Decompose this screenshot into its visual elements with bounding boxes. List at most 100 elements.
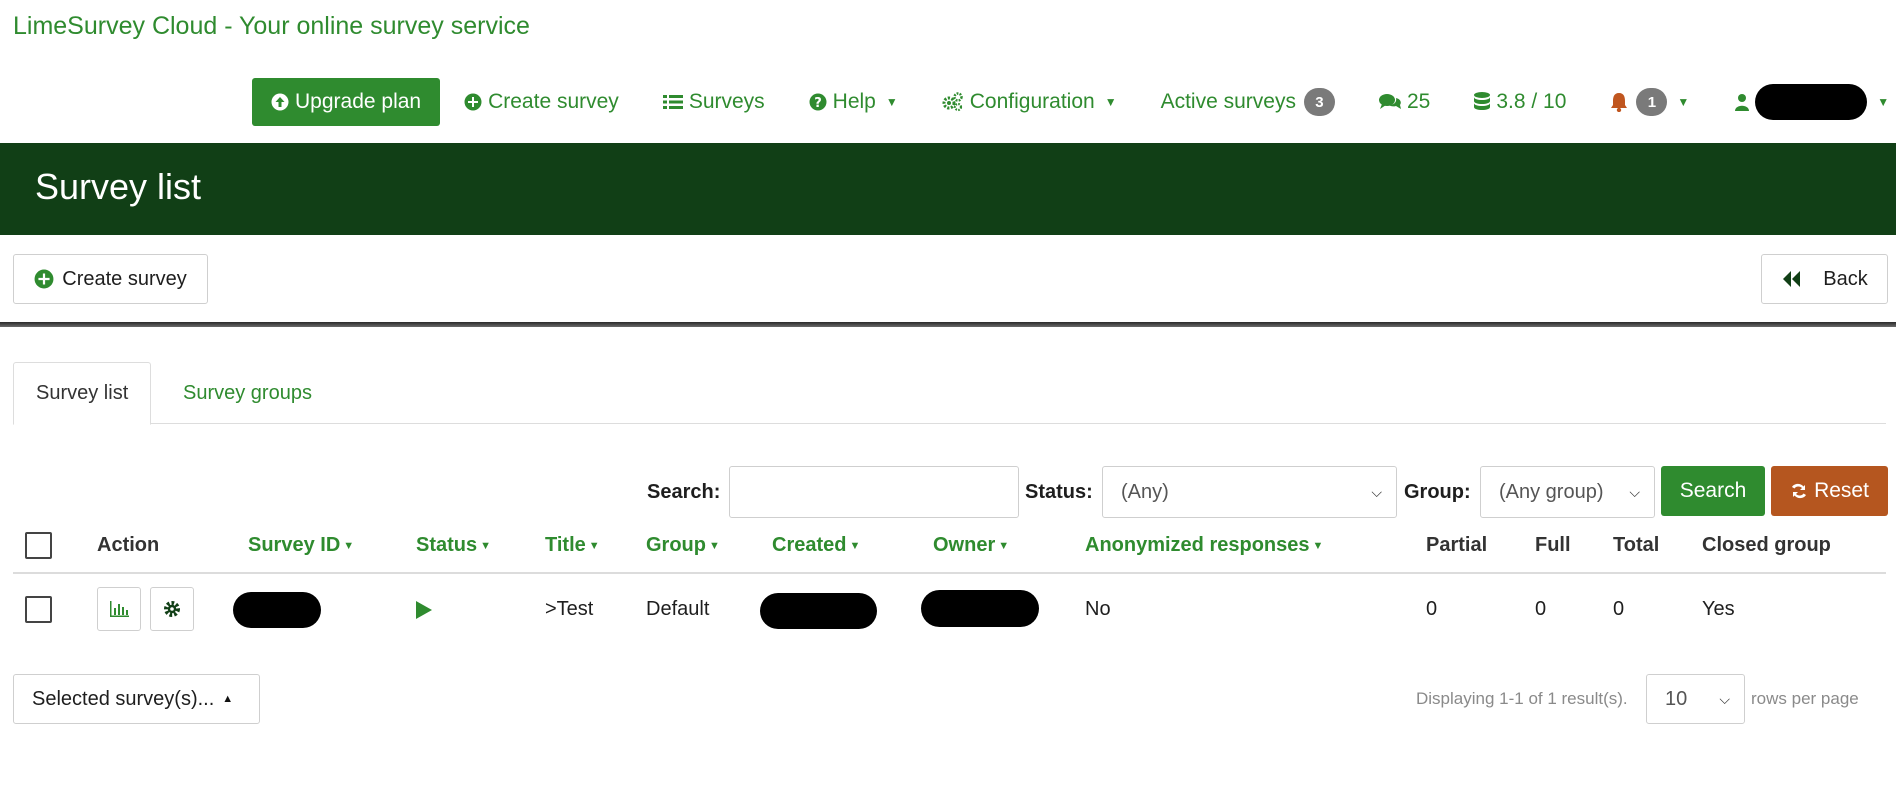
- pagination-summary: Displaying 1-1 of 1 result(s).: [1416, 689, 1628, 708]
- tab-bar: Survey list Survey groups: [13, 362, 1886, 425]
- bell-icon: [1611, 93, 1628, 112]
- survey-id-redacted: [233, 592, 321, 628]
- bar-chart-icon: [110, 601, 129, 617]
- active-surveys-badge: 3: [1303, 88, 1335, 116]
- bulk-action-dropdown[interactable]: Selected survey(s)... ▲: [13, 674, 260, 724]
- svg-text:?: ?: [814, 96, 822, 111]
- nav-notifications[interactable]: 1 ▼: [1610, 88, 1689, 116]
- row-checkbox[interactable]: [25, 596, 52, 623]
- column-header-created[interactable]: Created ▼: [772, 534, 860, 557]
- section-divider: [0, 322, 1896, 327]
- chevron-down-icon: ▼: [1104, 95, 1117, 109]
- column-header-title[interactable]: Title ▼: [545, 534, 600, 557]
- nav-create-survey-label: Create survey: [488, 90, 619, 113]
- owner-redacted: [921, 590, 1039, 627]
- create-survey-button[interactable]: Create survey: [13, 254, 208, 304]
- sort-caret-icon: ▼: [588, 539, 600, 552]
- column-header-status-label: Status: [416, 534, 478, 556]
- gears-icon: [942, 92, 963, 112]
- nav-active-surveys[interactable]: Active surveys 3: [1161, 88, 1335, 116]
- table-header-divider: [13, 572, 1886, 574]
- column-header-anonymized[interactable]: Anonymized responses ▼: [1085, 534, 1323, 557]
- caret-up-icon: ▲: [222, 693, 234, 705]
- comments-icon: [1378, 94, 1401, 109]
- reset-button[interactable]: Reset: [1771, 466, 1888, 516]
- full-value: 0: [1535, 598, 1547, 620]
- column-header-full: Full: [1535, 534, 1571, 556]
- nav-create-survey[interactable]: Create survey: [464, 90, 619, 114]
- tab-survey-list-label: Survey list: [36, 382, 129, 404]
- total-value: 0: [1613, 598, 1625, 620]
- tab-survey-groups[interactable]: Survey groups: [161, 362, 334, 425]
- gear-icon: [164, 601, 180, 617]
- column-header-total: Total: [1613, 534, 1660, 556]
- chevron-down-icon: ⌵: [1629, 483, 1640, 500]
- survey-title[interactable]: >Test: [545, 598, 593, 621]
- search-button-label: Search: [1679, 479, 1747, 502]
- nav-active-surveys-label: Active surveys: [1160, 90, 1296, 113]
- statistics-button[interactable]: [97, 587, 141, 631]
- column-header-owner[interactable]: Owner ▼: [933, 534, 1009, 557]
- page-title: Survey list: [35, 166, 202, 207]
- sort-caret-icon: ▼: [343, 539, 355, 552]
- search-input[interactable]: [729, 466, 1019, 518]
- column-header-status[interactable]: Status ▼: [416, 534, 491, 557]
- created-date-redacted: [760, 593, 877, 629]
- closed-group-value: Yes: [1702, 598, 1735, 620]
- column-header-survey-id[interactable]: Survey ID ▼: [248, 534, 354, 557]
- rows-per-page-value: 10: [1665, 687, 1688, 710]
- top-navigation: Upgrade plan Create survey Surveys ? Hel…: [252, 78, 1889, 126]
- storage-usage: 3.8 / 10: [1496, 90, 1567, 113]
- refresh-icon: [1792, 483, 1807, 499]
- upgrade-plan-button[interactable]: Upgrade plan: [252, 78, 441, 126]
- sort-caret-icon: ▼: [998, 539, 1010, 552]
- backward-icon: [1783, 271, 1801, 287]
- username-redacted: [1755, 84, 1868, 120]
- column-header-anonymized-label: Anonymized responses: [1085, 534, 1310, 556]
- play-icon: [416, 601, 432, 619]
- upgrade-plan-label: Upgrade plan: [295, 90, 422, 113]
- survey-settings-button[interactable]: [150, 587, 194, 631]
- nav-user-menu[interactable]: ▼: [1735, 84, 1889, 120]
- nav-configuration[interactable]: Configuration ▼: [942, 90, 1117, 114]
- column-header-title-label: Title: [545, 534, 586, 556]
- search-label: Search:: [647, 481, 721, 503]
- chevron-down-icon: ▼: [885, 95, 898, 109]
- status-select[interactable]: (Any) ⌵: [1102, 466, 1397, 518]
- column-header-survey-id-label: Survey ID: [248, 534, 341, 556]
- column-header-closed-group: Closed group: [1702, 534, 1831, 556]
- tab-survey-groups-label: Survey groups: [183, 382, 312, 404]
- partial-value: 0: [1426, 598, 1438, 620]
- nav-help[interactable]: ? Help ▼: [809, 90, 898, 114]
- chevron-down-icon: ▼: [1677, 95, 1690, 109]
- nav-storage[interactable]: 3.8 / 10: [1474, 90, 1566, 114]
- back-button[interactable]: Back: [1761, 254, 1888, 304]
- sort-caret-icon: ▼: [480, 539, 492, 552]
- nav-help-label: Help: [832, 90, 876, 113]
- page-banner: Survey list: [0, 143, 1896, 235]
- tab-survey-list[interactable]: Survey list: [13, 362, 152, 425]
- column-header-group-label: Group: [646, 534, 706, 556]
- group-label: Group:: [1404, 481, 1471, 503]
- back-label: Back: [1823, 267, 1868, 290]
- group-select[interactable]: (Any group) ⌵: [1480, 466, 1655, 518]
- column-header-group[interactable]: Group ▼: [646, 534, 720, 557]
- chevron-down-icon: ⌵: [1371, 483, 1382, 500]
- notifications-badge: 1: [1636, 88, 1668, 116]
- nav-surveys[interactable]: Surveys: [662, 90, 765, 114]
- survey-group: Default: [646, 598, 710, 620]
- rows-per-page-label: rows per page: [1751, 689, 1859, 708]
- search-button[interactable]: Search: [1661, 466, 1765, 516]
- rows-per-page-select[interactable]: 10 ⌵: [1646, 674, 1745, 724]
- select-all-checkbox[interactable]: [25, 532, 52, 559]
- plus-circle-icon: [464, 93, 482, 111]
- column-header-action: Action: [97, 534, 160, 556]
- column-header-owner-label: Owner: [933, 534, 996, 556]
- chevron-down-icon: ▼: [1877, 95, 1890, 109]
- sort-caret-icon: ▼: [709, 539, 720, 552]
- anonymized-value: No: [1085, 598, 1111, 620]
- sort-caret-icon: ▼: [849, 539, 861, 552]
- comments-count: 25: [1406, 90, 1431, 113]
- nav-comments[interactable]: 25: [1378, 90, 1431, 114]
- column-header-created-label: Created: [772, 534, 847, 556]
